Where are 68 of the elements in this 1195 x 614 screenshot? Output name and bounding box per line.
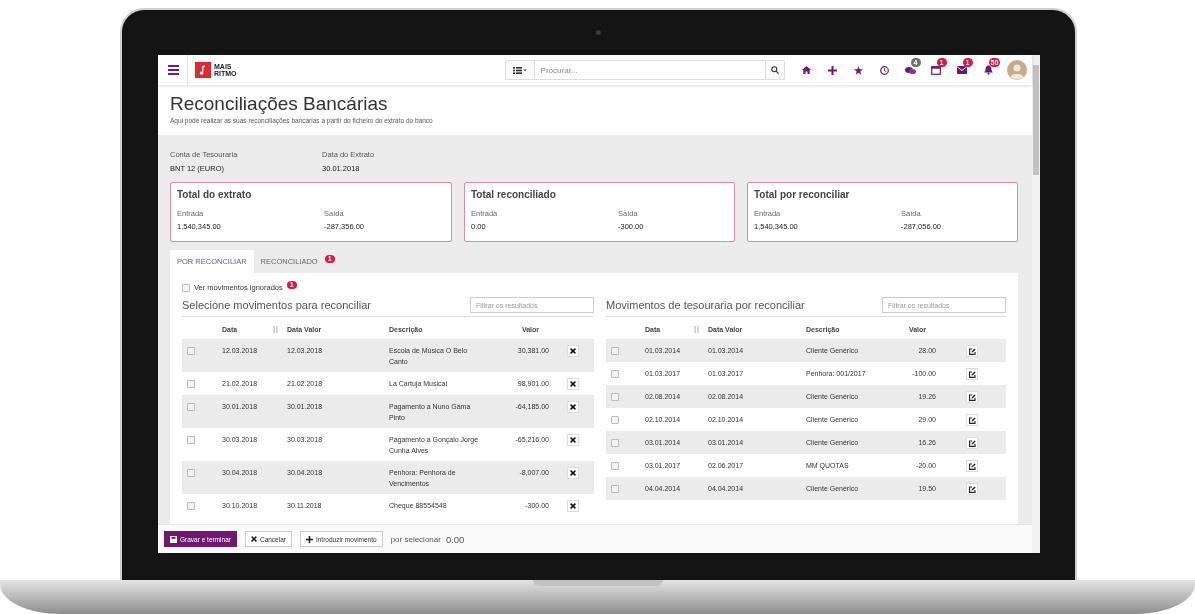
edit-icon — [968, 347, 976, 355]
search-field[interactable]: Procurar... — [534, 60, 765, 80]
close-icon — [569, 348, 576, 354]
row-checkbox[interactable] — [611, 438, 619, 447]
close-icon — [569, 404, 576, 410]
row-checkbox[interactable] — [187, 468, 195, 477]
card-title: Total reconciliado — [471, 189, 557, 200]
close-icon — [569, 503, 576, 509]
close-icon — [569, 437, 576, 443]
close-icon — [569, 381, 576, 387]
home-icon[interactable] — [801, 66, 811, 74]
edit-button[interactable] — [966, 368, 978, 380]
row-checkbox[interactable] — [611, 392, 619, 401]
edit-icon — [968, 370, 976, 378]
card-title: Total por reconciliar — [754, 189, 851, 200]
search-filter-dropdown[interactable] — [504, 60, 535, 80]
row-checkbox[interactable] — [187, 435, 195, 444]
plus-icon[interactable] — [827, 65, 837, 75]
edit-icon — [968, 439, 976, 447]
music-note-logo-icon — [195, 62, 211, 78]
edit-button[interactable] — [966, 437, 978, 449]
clock-icon[interactable] — [879, 65, 889, 75]
ignore-button[interactable] — [566, 500, 579, 512]
row-checkbox[interactable] — [187, 501, 195, 510]
row-checkbox[interactable] — [611, 346, 619, 355]
chat-bubbles-icon[interactable] — [904, 65, 916, 75]
ignore-button[interactable] — [566, 434, 579, 446]
calendar-icon[interactable] — [931, 65, 942, 75]
edit-button[interactable] — [966, 460, 978, 472]
close-icon — [250, 536, 257, 542]
selection-total: 0.00 — [445, 533, 465, 545]
edit-button[interactable] — [966, 414, 978, 426]
edit-button[interactable] — [966, 483, 978, 495]
menu-icon[interactable] — [168, 65, 179, 75]
webcam-icon — [596, 30, 601, 35]
card-title: Total do extrato — [177, 189, 253, 200]
plus-icon — [305, 535, 313, 543]
envelope-icon[interactable] — [957, 66, 968, 74]
search-button[interactable] — [764, 60, 785, 80]
edit-icon — [968, 462, 976, 470]
edit-icon — [968, 485, 976, 493]
ignore-button[interactable] — [566, 345, 579, 357]
close-icon — [569, 470, 576, 476]
row-checkbox[interactable] — [187, 379, 195, 388]
search-icon — [770, 66, 779, 74]
ignore-button[interactable] — [566, 378, 579, 390]
bell-icon[interactable] — [983, 65, 993, 75]
section-title: Selecione movimentos para reconciliar — [182, 299, 371, 311]
row-checkbox[interactable] — [611, 415, 619, 424]
save-icon — [170, 535, 177, 543]
row-checkbox[interactable] — [187, 346, 195, 355]
star-icon[interactable] — [853, 65, 863, 75]
row-checkbox[interactable] — [187, 402, 195, 411]
scrollbar[interactable] — [1032, 55, 1040, 553]
row-checkbox[interactable] — [611, 461, 619, 470]
edit-button[interactable] — [966, 345, 978, 357]
section-title: Movimentos de tesouraria por reconciliar — [606, 299, 805, 311]
edit-icon — [968, 393, 976, 401]
page-title: Reconciliações Bancárias — [170, 93, 389, 115]
selection-label: por selecionar — [390, 534, 441, 544]
edit-button[interactable] — [966, 391, 978, 403]
ignore-button[interactable] — [566, 467, 579, 479]
ignore-button[interactable] — [566, 401, 579, 413]
checkbox[interactable] — [182, 283, 190, 292]
row-checkbox[interactable] — [611, 484, 619, 493]
row-checkbox[interactable] — [611, 369, 619, 378]
edit-icon — [968, 416, 976, 424]
list-icon — [512, 66, 527, 74]
